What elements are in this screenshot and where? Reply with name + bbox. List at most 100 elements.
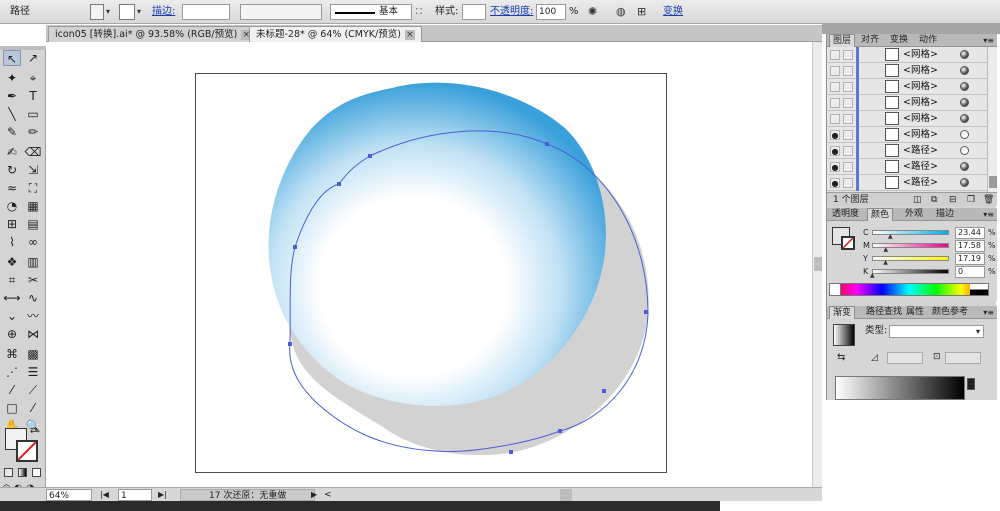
column-graph-tool-icon[interactable]: ▥ [24, 254, 42, 270]
fill-swatch[interactable] [90, 4, 104, 20]
anchor-convert-tool-icon[interactable]: ⌄ [3, 308, 21, 324]
visibility-toggle[interactable] [830, 66, 840, 76]
eye-icon[interactable]: ● [830, 178, 840, 188]
target-icon[interactable] [960, 130, 969, 139]
anchor-point[interactable] [545, 142, 549, 146]
scroll-thumb[interactable] [814, 257, 822, 271]
vertical-scrollbar[interactable] [812, 42, 822, 487]
tab-stroke[interactable]: 描边 [933, 208, 957, 221]
target-icon[interactable] [960, 50, 969, 59]
eyedropper-alt-tool-icon[interactable]: ⁄ [3, 382, 21, 398]
color-spectrum[interactable] [829, 283, 989, 296]
tab-transparency[interactable]: 透明度 [829, 208, 862, 221]
lock-toggle[interactable] [843, 178, 853, 188]
black-white-chip[interactable] [970, 284, 988, 295]
target-icon[interactable] [960, 162, 969, 171]
aspect-ratio-input[interactable] [945, 352, 981, 364]
lock-toggle[interactable] [843, 114, 853, 124]
layer-row[interactable]: <网格> [827, 47, 987, 63]
stroke-none-swatch-icon[interactable] [119, 4, 135, 20]
anchor-point[interactable] [288, 342, 292, 346]
layers-scrollbar[interactable] [987, 47, 997, 192]
stroke-color-swatch[interactable] [841, 236, 855, 250]
stroke-label[interactable]: 描边: [152, 4, 175, 20]
panel-menu-icon[interactable]: ▾≡ [983, 35, 994, 46]
tab-layers[interactable]: 图层 [829, 34, 856, 47]
opacity-label[interactable]: 不透明度: [490, 4, 533, 20]
gradient-slider[interactable] [835, 376, 965, 400]
channel-value-input[interactable]: 17.19 [955, 253, 985, 265]
rotate-tool-icon[interactable]: ↻ [3, 162, 21, 178]
envelope-tool-icon[interactable]: ⋈ [24, 326, 42, 342]
layer-row[interactable]: <网格> [827, 63, 987, 79]
panel-menu-icon[interactable]: ▾≡ [983, 307, 994, 318]
rectangle-tool-icon[interactable]: ▭ [24, 106, 42, 122]
fill-dropdown-icon[interactable]: ▾ [106, 4, 110, 20]
artboard-number-select[interactable]: 1 [118, 489, 152, 501]
measure-tool-icon[interactable]: ⟋ [24, 382, 42, 398]
target-icon[interactable] [960, 82, 969, 91]
layer-row[interactable]: <网格> [827, 79, 987, 95]
visibility-toggle[interactable] [830, 98, 840, 108]
document-tab-untitled-28[interactable]: 未标题-28* @ 64% (CMYK/预览) × [249, 26, 422, 42]
lasso-tool-icon[interactable]: ⌖ [24, 70, 42, 86]
slider-handle-icon[interactable]: ▲ [870, 273, 875, 279]
width-tool-icon[interactable]: ⟷ [3, 290, 21, 306]
horizontal-scroll-thumb[interactable] [560, 489, 572, 501]
anchor-point[interactable] [368, 154, 372, 158]
layer-row[interactable]: ● <路径> [827, 143, 987, 159]
blend-tool-icon[interactable]: ∞ [24, 234, 42, 250]
free-transform-tool-icon[interactable]: ⛶ [24, 180, 42, 196]
channel-slider[interactable] [872, 269, 949, 274]
direct-selection-tool-icon[interactable]: ↗ [24, 50, 42, 66]
bar-tool-icon[interactable]: ▩ [24, 346, 42, 362]
curve-tool-icon[interactable]: ∿ [24, 290, 42, 306]
variable-width-profile-select[interactable] [240, 4, 322, 20]
new-layer-icon[interactable]: ❐ [967, 194, 975, 206]
knife-tool-icon[interactable]: ⁄ [24, 400, 42, 416]
graph-tool-icon[interactable]: ⋰ [3, 364, 21, 380]
layer-row[interactable]: <网格> [827, 111, 987, 127]
artboard-tool-icon[interactable]: ⌗ [3, 272, 21, 288]
visibility-toggle[interactable] [830, 82, 840, 92]
eye-icon[interactable]: ● [830, 130, 840, 140]
lock-toggle[interactable] [843, 98, 853, 108]
eye-icon[interactable]: ● [830, 146, 840, 156]
magic-wand-tool-icon[interactable]: ✦ [3, 70, 21, 86]
channel-value-input[interactable]: 0 [955, 266, 985, 278]
gradient-tool-icon[interactable]: ▤ [24, 216, 42, 232]
warp-tool-icon[interactable]: ≈ [3, 180, 21, 196]
locate-object-icon[interactable]: ◫ [913, 194, 922, 206]
zoom-select[interactable]: 64% [46, 489, 92, 501]
mesh-tool-icon[interactable]: ⊞ [3, 216, 21, 232]
smooth-tool-icon[interactable]: 〰 [24, 308, 42, 324]
document-tab-icon05[interactable]: icon05 [转换].ai* @ 93.58% (RGB/预览) × [48, 26, 259, 42]
blob-brush-tool-icon[interactable]: ✍ [3, 144, 21, 160]
stroke-dropdown-icon[interactable]: ▾ [137, 4, 141, 20]
eye-icon[interactable]: ● [830, 162, 840, 172]
delete-layer-icon[interactable]: 🗑 [983, 194, 994, 206]
anchor-point[interactable] [644, 310, 648, 314]
make-clipping-mask-icon[interactable]: ⧉ [931, 194, 937, 206]
none-mode-icon[interactable] [32, 468, 41, 477]
perspective-grid-tool-icon[interactable]: ▦ [24, 198, 42, 214]
none-color-chip[interactable] [830, 284, 841, 295]
lock-toggle[interactable] [843, 130, 853, 140]
color-mode-icon[interactable] [4, 468, 13, 477]
recolor-artwork-icon[interactable]: ✺ [588, 4, 597, 20]
visibility-toggle[interactable] [830, 114, 840, 124]
document-setup-icon[interactable]: ◍ [616, 4, 626, 20]
symbol-sprayer-tool-icon[interactable]: ❖ [3, 254, 21, 270]
eyedropper-tool-icon[interactable]: ⌇ [3, 234, 21, 250]
tab-color-guide[interactable]: 颜色参考 [929, 306, 971, 319]
artboard[interactable] [195, 73, 667, 473]
close-tab-icon[interactable]: × [404, 30, 415, 40]
panel-menu-icon[interactable]: ▾≡ [983, 209, 994, 220]
tab-align[interactable]: 对齐 [858, 34, 882, 47]
new-sublayer-icon[interactable]: ⊟ [949, 194, 957, 206]
line-tool-icon[interactable]: ╲ [3, 106, 21, 122]
channel-value-input[interactable]: 17.58 [955, 240, 985, 252]
lock-toggle[interactable] [843, 82, 853, 92]
target-icon[interactable] [960, 66, 969, 75]
tab-transform[interactable]: 变换 [887, 34, 911, 47]
